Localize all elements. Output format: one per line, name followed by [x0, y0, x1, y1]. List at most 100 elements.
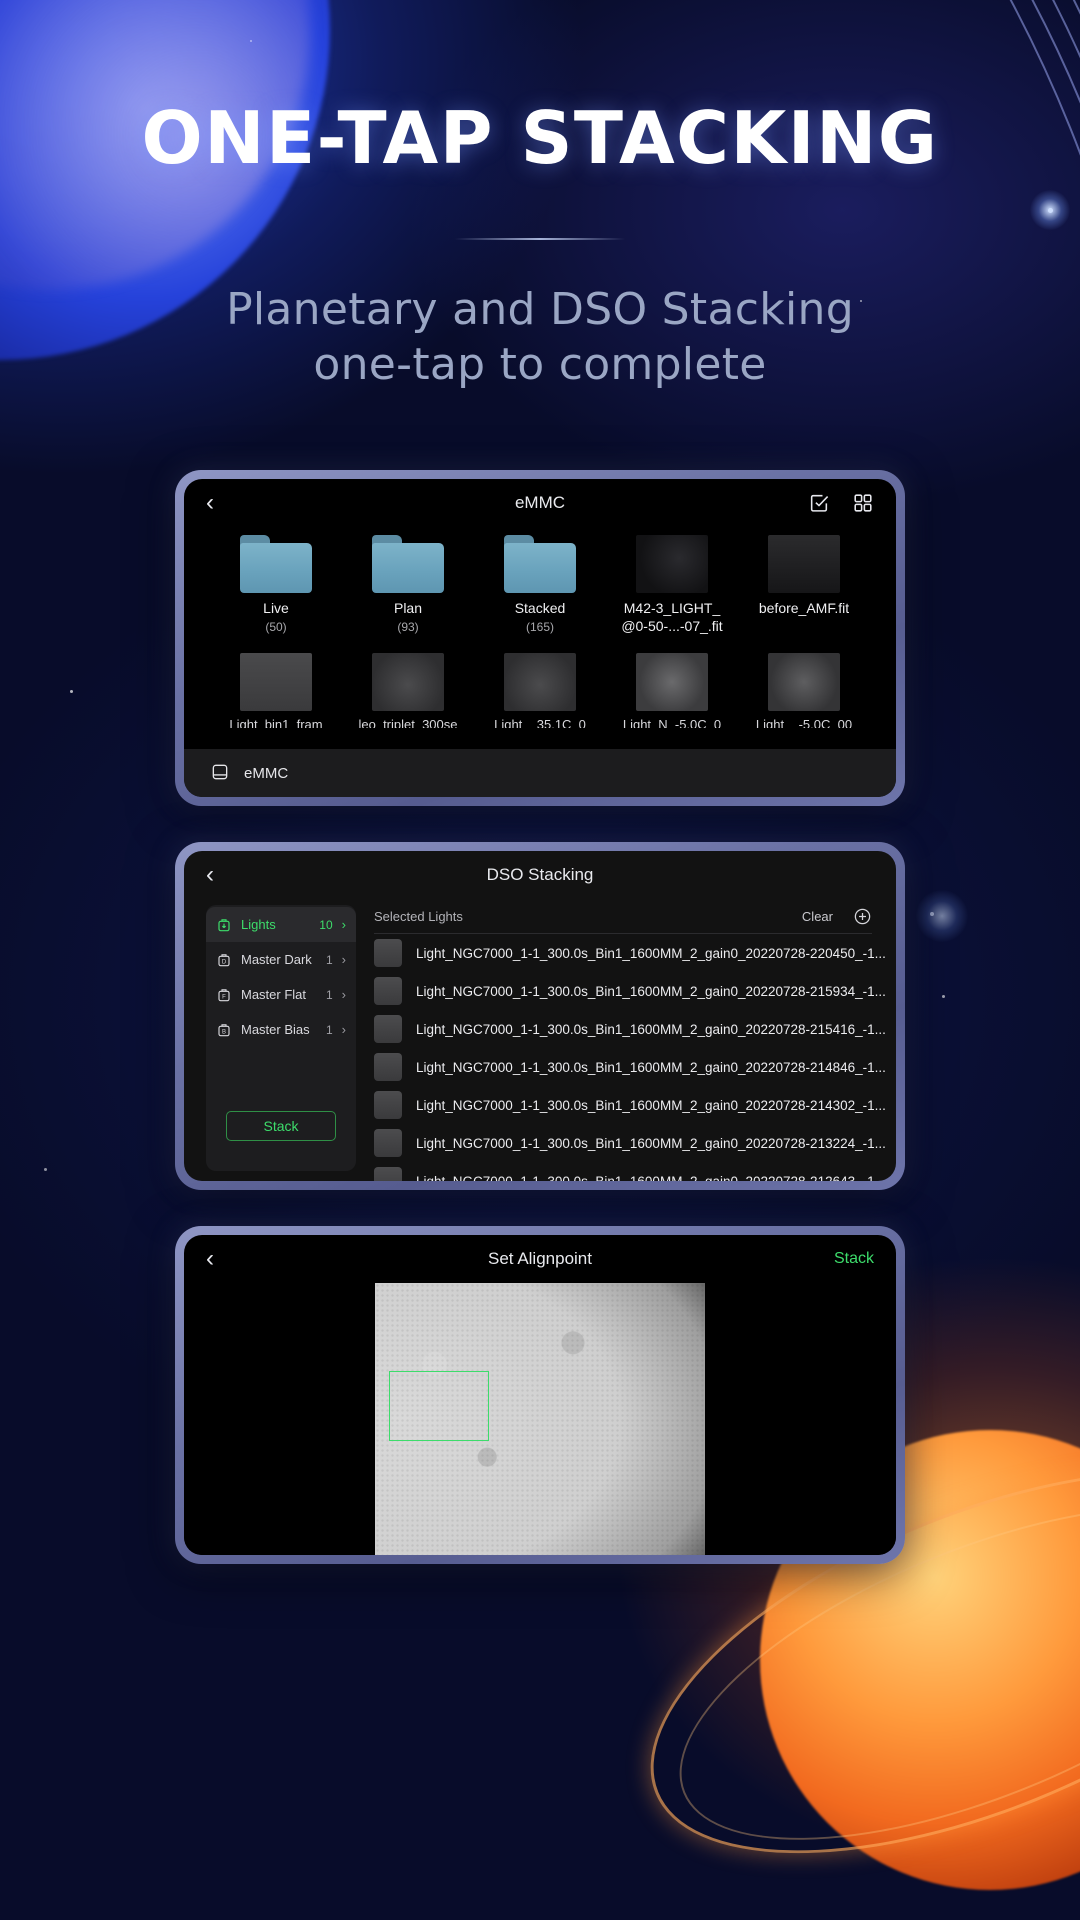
file-thumbnail — [372, 653, 444, 711]
file-thumbnail — [636, 653, 708, 711]
file-name: Light_NGC7000_1-1_300.0s_Bin1_1600MM_2_g… — [416, 983, 886, 999]
file-thumbnail — [636, 535, 708, 593]
appbar-title: eMMC — [514, 493, 566, 512]
grid-view-icon[interactable] — [852, 492, 874, 514]
list-item[interactable]: Light_NGC7000_1-1_300.0s_Bin1_1600MM_2_g… — [374, 1048, 896, 1086]
flat-icon: F — [216, 987, 232, 1003]
svg-text:F: F — [222, 994, 226, 1000]
file-thumbnail — [374, 1091, 402, 1119]
chevron-left-icon[interactable]: ‹ — [206, 863, 232, 887]
storage-icon — [210, 762, 232, 784]
sidebar-item-master-dark[interactable]: D Master Dark 1 › — [206, 942, 356, 977]
storage-footer[interactable]: eMMC — [184, 749, 896, 797]
list-item[interactable]: Light_NGC7000_1-1_300.0s_Bin1_1600MM_2_g… — [374, 1124, 896, 1162]
file-thumbnail — [240, 653, 312, 711]
sidebar-item-count: 1 — [325, 987, 333, 1002]
star-glow-2 — [916, 890, 968, 942]
svg-text:D: D — [222, 959, 227, 965]
file-item-row2-1[interactable]: Light_bin1_fram — [210, 653, 342, 728]
file-name: Light_NGC7000_1-1_300.0s_Bin1_1600MM_2_g… — [416, 1059, 886, 1075]
plus-circle-icon[interactable] — [853, 907, 872, 926]
chevron-right-icon: › — [341, 1022, 346, 1037]
sidebar-item-count: 1 — [325, 952, 333, 967]
file-item-m42[interactable]: M42-3_LIGHT_ @0-50-...-07_.fit — [606, 535, 738, 635]
folder-item-stacked[interactable]: Stacked (165) — [474, 535, 606, 635]
file-thumbnail — [374, 977, 402, 1005]
sidebar-item-label: Master Bias — [241, 1022, 310, 1037]
sidebar-item-master-flat[interactable]: F Master Flat 1 › — [206, 977, 356, 1012]
file-thumbnail — [374, 939, 402, 967]
device-panel-file-browser: ‹ eMMC Live (50) Plan (93) Stacked (165)… — [175, 470, 905, 806]
stack-action-button[interactable]: Stack — [834, 1250, 874, 1268]
file-thumbnail — [504, 653, 576, 711]
item-label: Light__-5.0C_00 — [755, 717, 853, 728]
sidebar-item-label: Master Flat — [241, 987, 307, 1002]
sidebar-item-count: 1 — [325, 1022, 333, 1037]
selected-lights-header: Selected Lights Clear — [374, 899, 896, 933]
appbar-file-browser: ‹ eMMC — [184, 479, 896, 527]
item-label: Plan — [393, 600, 423, 616]
dark-icon: D — [216, 952, 232, 968]
item-label: Light_bin1_fram — [229, 717, 323, 728]
clear-button[interactable]: Clear — [802, 909, 833, 924]
file-item-row2-3[interactable]: Light__35.1C_0 — [474, 653, 606, 728]
file-name: Light_NGC7000_1-1_300.0s_Bin1_1600MM_2_g… — [416, 1173, 886, 1182]
file-thumbnail — [374, 1015, 402, 1043]
file-thumbnail — [768, 535, 840, 593]
device-panel-dso-stacking: ‹ DSO Stacking Lights 10 › D Master Dark… — [175, 842, 905, 1190]
chevron-right-icon: › — [341, 952, 346, 967]
screen-alignpoint: ‹ Set Alignpoint Stack — [184, 1235, 896, 1555]
item-label: Light_N_-5.0C_0 — [622, 717, 722, 728]
item-label: Live — [263, 600, 289, 616]
device-panel-alignpoint: ‹ Set Alignpoint Stack — [175, 1226, 905, 1564]
title-divider — [455, 238, 625, 240]
page-title: ONE-TAP STACKING — [141, 96, 939, 180]
file-thumbnail — [374, 1167, 402, 1181]
file-thumbnail — [374, 1129, 402, 1157]
bias-icon: B — [216, 1022, 232, 1038]
list-item[interactable]: Light_NGC7000_1-1_300.0s_Bin1_1600MM_2_g… — [374, 934, 896, 972]
sidebar-item-count: 10 — [319, 917, 333, 932]
appbar-title: DSO Stacking — [486, 865, 594, 884]
sidebar-item-master-bias[interactable]: B Master Bias 1 › — [206, 1012, 356, 1047]
appbar-alignpoint: ‹ Set Alignpoint Stack — [184, 1235, 896, 1283]
file-item-row2-5[interactable]: Light__-5.0C_00 — [738, 653, 870, 728]
dso-body: Lights 10 › D Master Dark 1 › F Master F… — [184, 899, 896, 1181]
subtitle-line-1: Planetary and DSO Stacking — [226, 284, 854, 335]
list-item[interactable]: Light_NGC7000_1-1_300.0s_Bin1_1600MM_2_g… — [374, 1010, 896, 1048]
list-item[interactable]: Light_NGC7000_1-1_300.0s_Bin1_1600MM_2_g… — [374, 972, 896, 1010]
stack-button[interactable]: Stack — [226, 1111, 336, 1141]
folder-icon — [504, 535, 576, 593]
file-item-before-amf[interactable]: before_AMF.fit — [738, 535, 870, 635]
list-item[interactable]: Light_NGC7000_1-1_300.0s_Bin1_1600MM_2_g… — [374, 1162, 896, 1181]
selected-lights-list: Selected Lights Clear Light_NGC7000_1-1_… — [356, 899, 896, 1181]
moon-preview[interactable] — [184, 1283, 896, 1555]
folder-item-live[interactable]: Live (50) — [210, 535, 342, 635]
file-thumbnail — [374, 1053, 402, 1081]
subtitle-line-2: one-tap to complete — [313, 339, 767, 390]
screen-dso-stacking: ‹ DSO Stacking Lights 10 › D Master Dark… — [184, 851, 896, 1181]
chevron-left-icon[interactable]: ‹ — [206, 1247, 232, 1271]
lights-icon — [216, 917, 232, 933]
file-item-row2-4[interactable]: Light_N_-5.0C_0 — [606, 653, 738, 728]
alignpoint-selection-box[interactable] — [389, 1371, 489, 1441]
checkbox-select-icon[interactable] — [808, 492, 830, 514]
list-header-label: Selected Lights — [374, 908, 463, 924]
item-label: Stacked — [514, 600, 566, 616]
folder-item-plan[interactable]: Plan (93) — [342, 535, 474, 635]
file-thumbnail — [768, 653, 840, 711]
dso-sidebar: Lights 10 › D Master Dark 1 › F Master F… — [206, 905, 356, 1171]
item-label: before_AMF.fit — [758, 600, 850, 616]
page-subtitle: Planetary and DSO Stacking one-tap to co… — [0, 282, 1080, 392]
chevron-left-icon[interactable]: ‹ — [206, 491, 232, 515]
file-name: Light_NGC7000_1-1_300.0s_Bin1_1600MM_2_g… — [416, 1135, 886, 1151]
file-item-row2-2[interactable]: leo_triplet_300se — [342, 653, 474, 728]
list-item[interactable]: Light_NGC7000_1-1_300.0s_Bin1_1600MM_2_g… — [374, 1086, 896, 1124]
appbar-dso-stacking: ‹ DSO Stacking — [184, 851, 896, 899]
chevron-right-icon: › — [341, 987, 346, 1002]
folder-icon — [372, 535, 444, 593]
storage-label: eMMC — [244, 764, 289, 782]
sidebar-item-lights[interactable]: Lights 10 › — [206, 907, 356, 942]
item-label: Light__35.1C_0 — [494, 717, 586, 728]
item-count: (93) — [397, 619, 419, 634]
